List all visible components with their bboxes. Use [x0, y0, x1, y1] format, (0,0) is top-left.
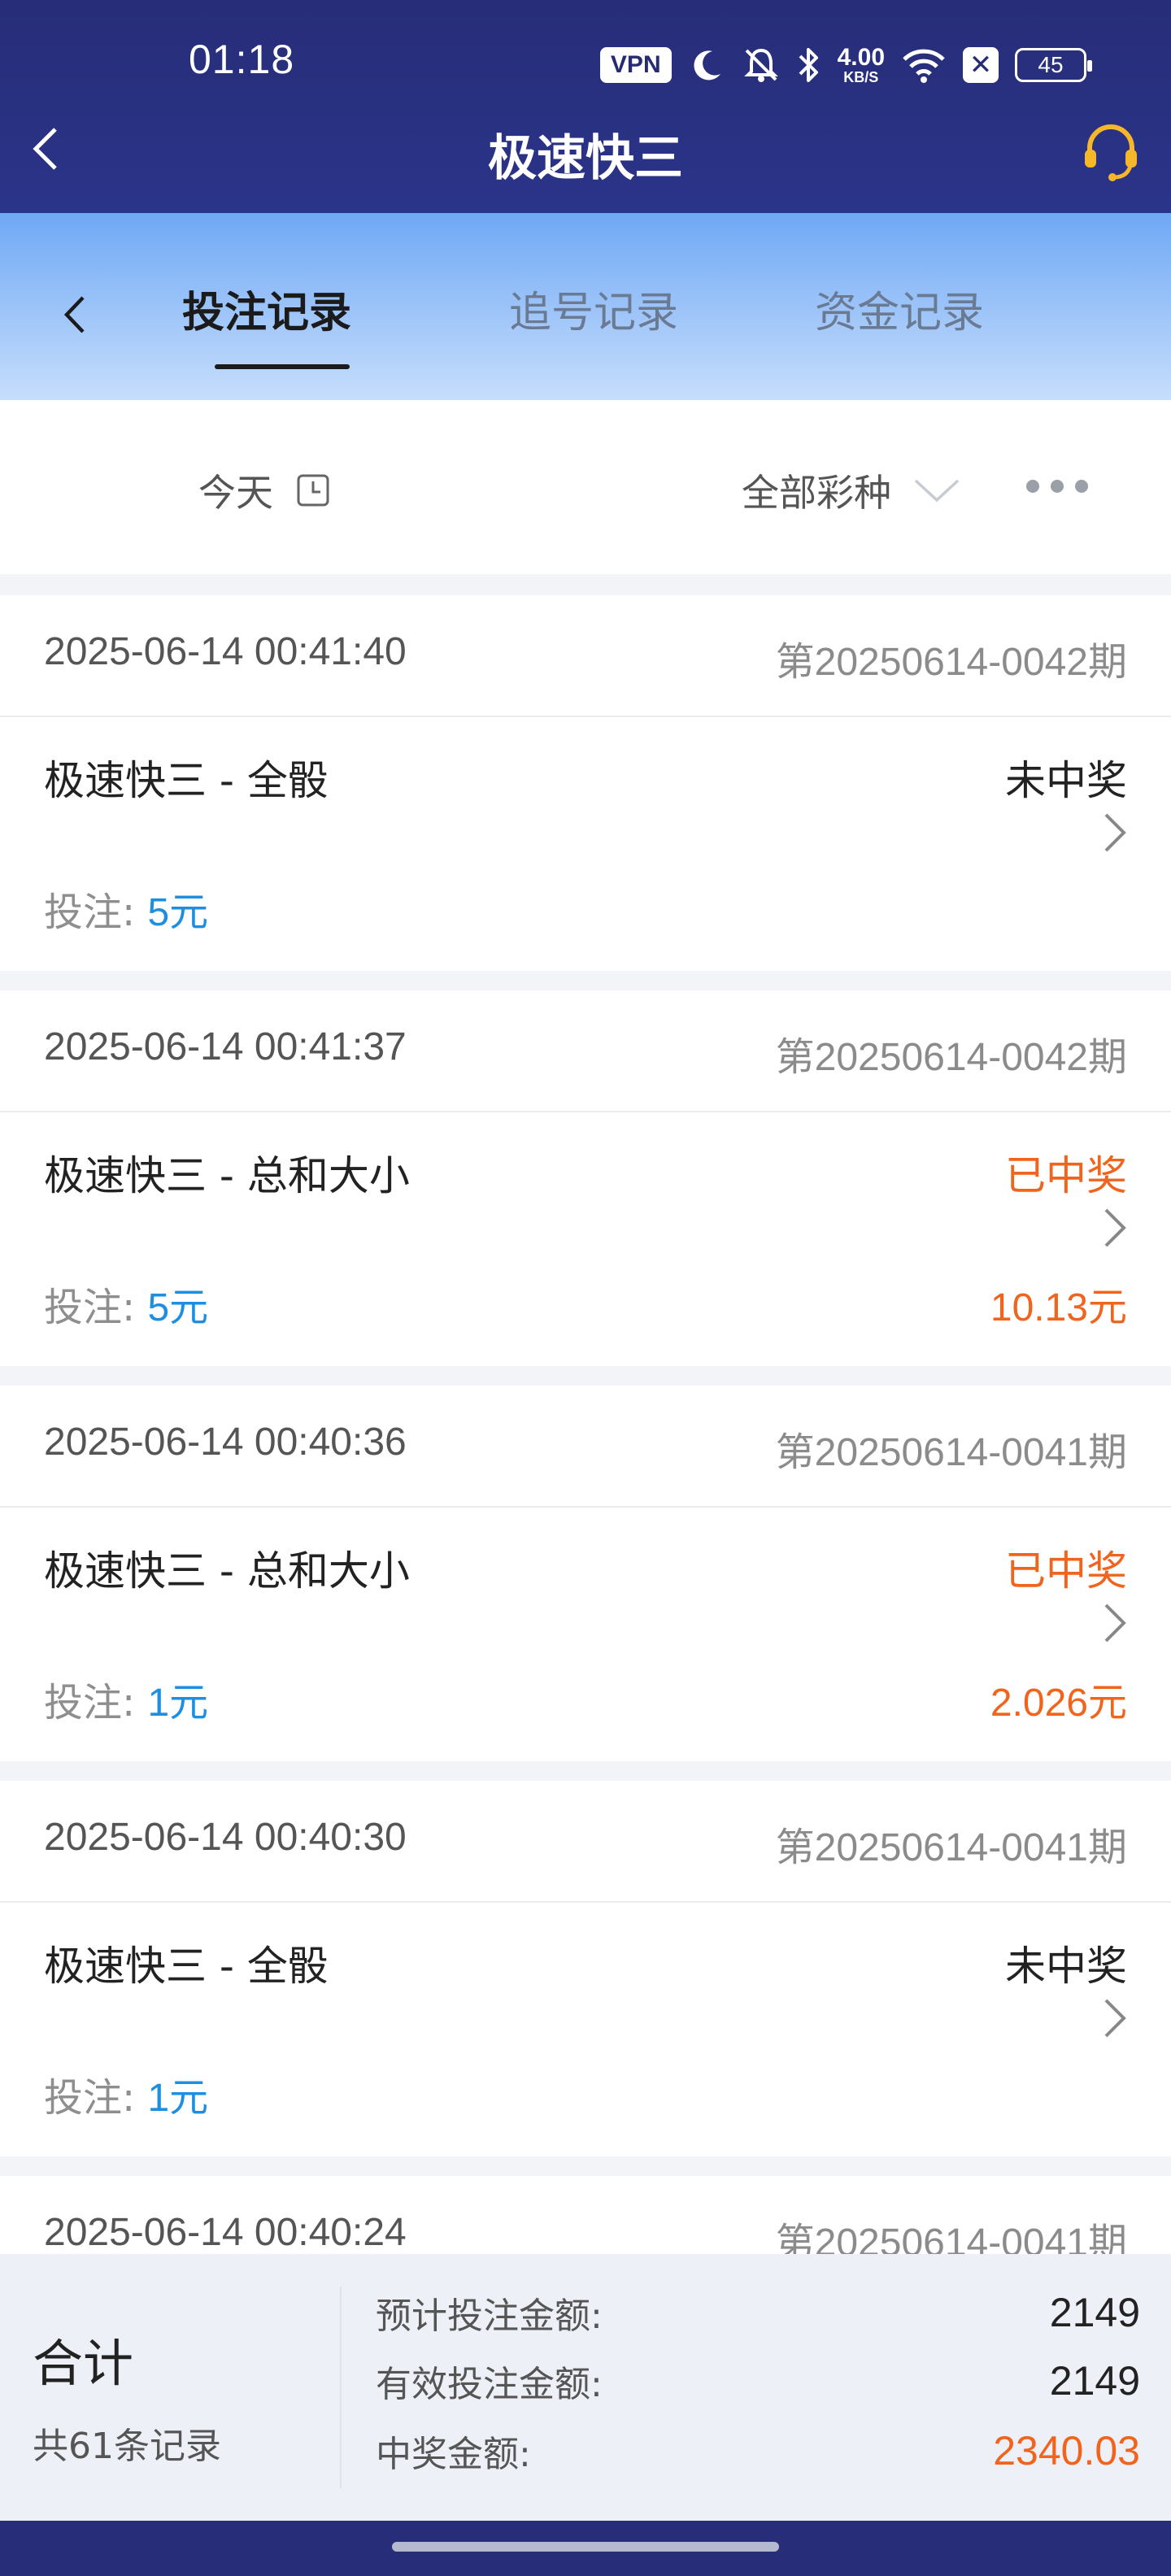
record-status: 已中奖 — [1005, 1547, 1127, 1595]
expected-bet-row: 预计投注金额: 2149 — [376, 2287, 1140, 2339]
record-period: 第20250614-0042期 — [775, 1036, 1127, 1079]
chevron-left-icon — [63, 296, 85, 333]
record-card[interactable]: 2025-06-14 00:41:37 第20250614-0042期 极速快三… — [0, 990, 1171, 1366]
record-bet: 投注: 1元 — [44, 1680, 209, 1725]
record-period: 第20250614-0042期 — [775, 641, 1127, 684]
record-bet: 投注: 1元 — [44, 2075, 209, 2121]
active-tab-indicator — [215, 364, 350, 369]
bluetooth-icon — [799, 48, 818, 82]
prize-value: 2340.03 — [993, 2428, 1140, 2474]
more-dots-icon[interactable] — [1026, 480, 1088, 493]
tab-fund-records[interactable]: 资金记录 — [815, 278, 984, 339]
record-status: 未中奖 — [1005, 1943, 1127, 1990]
record-header: 2025-06-14 00:40:30 第20250614-0041期 — [0, 1781, 1171, 1903]
bet-amount: 5元 — [147, 891, 209, 934]
status-icons: VPN 4.00 KB/S ✕ 45 — [599, 41, 1092, 89]
tab-bet-records[interactable]: 投注记录 — [182, 278, 351, 339]
record-status: 未中奖 — [1005, 757, 1127, 804]
valid-bet-label: 有效投注金额: — [376, 2364, 603, 2405]
close-box-icon: ✕ — [963, 47, 999, 83]
tab-bar: 投注记录 追号记录 资金记录 — [0, 213, 1171, 400]
tab-chase-records[interactable]: 追号记录 — [509, 278, 678, 339]
record-time: 2025-06-14 00:40:24 — [44, 2211, 407, 2254]
record-period: 第20250614-0041期 — [775, 1826, 1127, 1869]
chevron-right-icon — [1104, 1603, 1126, 1643]
valid-bet-row: 有效投注金额: 2149 — [376, 2355, 1140, 2407]
home-indicator[interactable] — [392, 2542, 779, 2552]
status-time: 01:18 — [189, 37, 295, 82]
valid-bet-value: 2149 — [1049, 2358, 1140, 2404]
customer-service-button[interactable] — [1078, 119, 1143, 184]
mute-bell-icon — [743, 48, 778, 82]
summary-divider — [340, 2287, 342, 2488]
record-card[interactable]: 2025-06-14 00:40:36 第20250614-0041期 极速快三… — [0, 1386, 1171, 1761]
chevron-right-icon — [1104, 813, 1126, 852]
filter-bar: 今天 全部彩种 — [0, 400, 1171, 574]
record-bet: 投注: 5元 — [44, 890, 209, 935]
status-bar: 01:18 VPN 4.00 KB/S ✕ 45 — [0, 0, 1171, 130]
record-list: 2025-06-14 00:41:40 第20250614-0042期 极速快三… — [0, 595, 1171, 2254]
clock-icon — [297, 474, 329, 507]
record-game: 极速快三 - 总和大小 — [44, 1547, 410, 1595]
chevron-right-icon — [1104, 1208, 1126, 1247]
date-filter[interactable]: 今天 — [198, 463, 330, 517]
record-period: 第20250614-0041期 — [775, 2221, 1127, 2254]
prize-label: 中奖金额: — [376, 2434, 531, 2475]
record-time: 2025-06-14 00:41:37 — [44, 1025, 407, 1068]
battery-icon: 45 — [1015, 48, 1092, 82]
expected-bet-value: 2149 — [1049, 2290, 1140, 2335]
expected-bet-label: 预计投注金额: — [376, 2295, 603, 2337]
record-count: 共61条记录 — [33, 2426, 221, 2467]
chevron-right-icon — [1104, 1999, 1126, 2038]
record-header: 2025-06-14 00:40:36 第20250614-0041期 — [0, 1386, 1171, 1508]
record-header: 2025-06-14 00:41:40 第20250614-0042期 — [0, 595, 1171, 717]
top-bar: 01:18 VPN 4.00 KB/S ✕ 45 极速快三 — [0, 0, 1171, 213]
lottery-type-label: 全部彩种 — [742, 471, 891, 515]
record-period: 第20250614-0041期 — [775, 1431, 1127, 1474]
bet-amount: 1元 — [147, 1682, 209, 1725]
bet-amount: 1元 — [147, 2077, 209, 2120]
summary-title: 合计 — [33, 2334, 134, 2393]
record-bet: 投注: 5元 — [44, 1285, 209, 1330]
wifi-icon — [903, 49, 945, 83]
record-card[interactable]: 2025-06-14 00:40:24 第20250614-0041期 — [0, 2176, 1171, 2254]
system-nav-bar — [0, 2521, 1171, 2576]
record-prize: 2.026元 — [990, 1682, 1127, 1725]
vpn-icon: VPN — [599, 47, 672, 83]
record-card[interactable]: 2025-06-14 00:40:30 第20250614-0041期 极速快三… — [0, 1781, 1171, 2156]
tab-back-button[interactable] — [54, 286, 94, 343]
record-header: 2025-06-14 00:41:37 第20250614-0042期 — [0, 990, 1171, 1112]
date-filter-label: 今天 — [198, 471, 273, 515]
record-time: 2025-06-14 00:40:30 — [44, 1816, 407, 1859]
record-status: 已中奖 — [1005, 1152, 1127, 1199]
record-time: 2025-06-14 00:40:36 — [44, 1421, 407, 1464]
record-time: 2025-06-14 00:41:40 — [44, 630, 407, 673]
lottery-type-filter[interactable]: 全部彩种 — [742, 463, 961, 517]
bet-amount: 5元 — [147, 1286, 209, 1329]
moon-icon — [694, 50, 720, 80]
record-prize: 10.13元 — [990, 1286, 1127, 1329]
record-header: 2025-06-14 00:40:24 第20250614-0041期 — [0, 2176, 1171, 2254]
record-game: 极速快三 - 全骰 — [44, 1943, 329, 1990]
headset-icon — [1085, 124, 1137, 181]
prize-row: 中奖金额: 2340.03 — [376, 2425, 1140, 2477]
record-game: 极速快三 - 总和大小 — [44, 1152, 410, 1199]
summary-panel: 合计 共61条记录 预计投注金额: 2149 有效投注金额: 2149 中奖金额… — [0, 2254, 1171, 2521]
page-title: 极速快三 — [488, 130, 683, 187]
network-speed: 4.00 KB/S — [837, 44, 885, 85]
record-card[interactable]: 2025-06-14 00:41:40 第20250614-0042期 极速快三… — [0, 595, 1171, 971]
chevron-down-icon — [914, 479, 960, 503]
record-game: 极速快三 - 全骰 — [44, 757, 329, 804]
